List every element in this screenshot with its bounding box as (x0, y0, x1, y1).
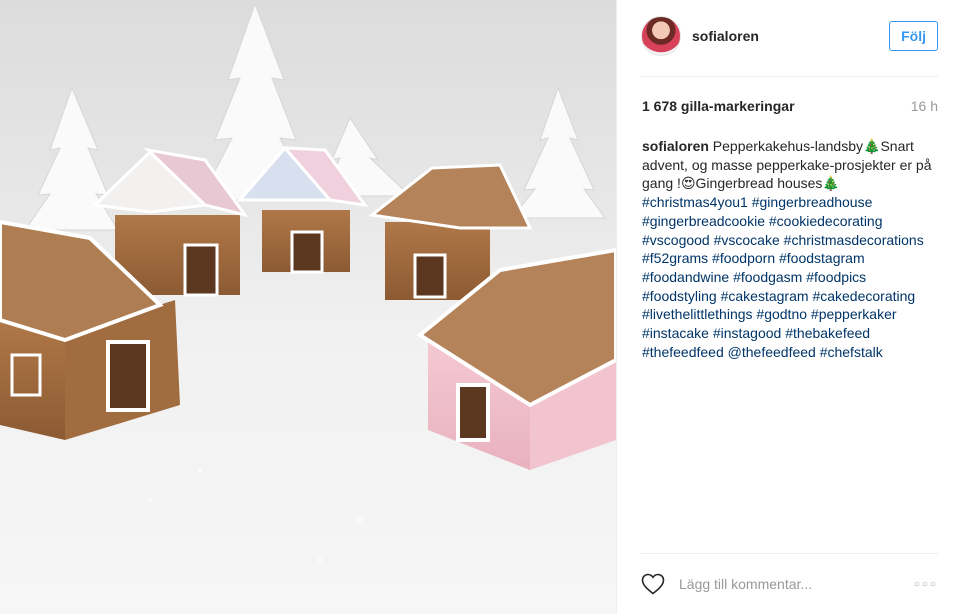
heart-icon[interactable] (641, 573, 665, 595)
hashtag-link[interactable]: #foodpics (806, 269, 866, 285)
caption-text-1: Pepperkakehus-landsby (712, 138, 864, 154)
hashtag-link[interactable]: #foodgasm (733, 269, 802, 285)
comment-bar: ○○○ (641, 553, 938, 614)
follow-button[interactable]: Följ (889, 21, 938, 51)
hashtag-link[interactable]: #chefstalk (820, 344, 883, 360)
hashtag-link[interactable]: #gingerbreadhouse (752, 194, 873, 210)
more-icon[interactable]: ○○○ (914, 579, 938, 590)
hashtag-link[interactable]: #cakedecorating (812, 288, 915, 304)
hashtag-link[interactable]: #christmasdecorations (784, 232, 924, 248)
hashtag-link[interactable]: #godtno (756, 306, 807, 322)
sugar-dust (148, 468, 362, 562)
hashtag-link[interactable]: #cookiedecorating (769, 213, 883, 229)
smile-emoji: 😍 (680, 175, 696, 192)
likes-row: 1 678 gilla-markeringar 16 h (642, 98, 938, 114)
hashtag-link[interactable]: #foodporn (712, 250, 775, 266)
avatar[interactable] (641, 16, 681, 56)
caption-username[interactable]: sofialoren (642, 138, 709, 154)
caption: sofialoren Pepperkakehus-landsby🎄Snart a… (642, 137, 940, 361)
hashtag-link[interactable]: #cakestagram (721, 288, 809, 304)
post-username[interactable]: sofialoren (692, 28, 759, 44)
hashtag-link[interactable]: #foodstagram (779, 250, 865, 266)
hashtag-link[interactable]: #thefeedfeed (642, 344, 724, 360)
tree-emoji: 🎄 (863, 138, 881, 154)
hashtag-link[interactable]: #pepperkaker (811, 306, 897, 322)
hashtag-link[interactable]: #vscogood (642, 232, 710, 248)
hashtag-link[interactable]: #instagood (713, 325, 782, 341)
header-divider (641, 76, 938, 77)
hashtag-list: #christmas4you1 #gingerbreadhouse #ginge… (642, 194, 924, 360)
hashtag-link[interactable]: #foodstyling (642, 288, 717, 304)
caption-text-3: Gingerbread houses (695, 175, 823, 192)
hashtag-link[interactable]: #f52grams (642, 250, 708, 266)
hashtag-link[interactable]: #foodandwine (642, 269, 729, 285)
post-panel: sofialoren Följ 1 678 gilla-markeringar … (616, 0, 960, 614)
comment-input[interactable] (677, 575, 906, 593)
gingerbread-village-image (0, 2, 616, 562)
hashtag-link[interactable]: #instacake (642, 325, 709, 341)
hashtag-link[interactable]: #livethelittlethings (642, 306, 753, 322)
post-time[interactable]: 16 h (911, 98, 938, 114)
hashtag-link[interactable]: #christmas4you1 (642, 194, 748, 210)
hashtag-link[interactable]: #thebakefeed (785, 325, 870, 341)
likes-count[interactable]: 1 678 gilla-markeringar (642, 98, 795, 114)
tree-emoji: 🎄 (822, 175, 840, 192)
post-header: sofialoren Följ (641, 14, 938, 58)
post-photo (0, 0, 616, 614)
hashtag-link[interactable]: #vscocake (714, 232, 780, 248)
hashtag-link[interactable]: @thefeedfeed (728, 344, 816, 360)
hashtag-link[interactable]: #gingerbreadcookie (642, 213, 765, 229)
